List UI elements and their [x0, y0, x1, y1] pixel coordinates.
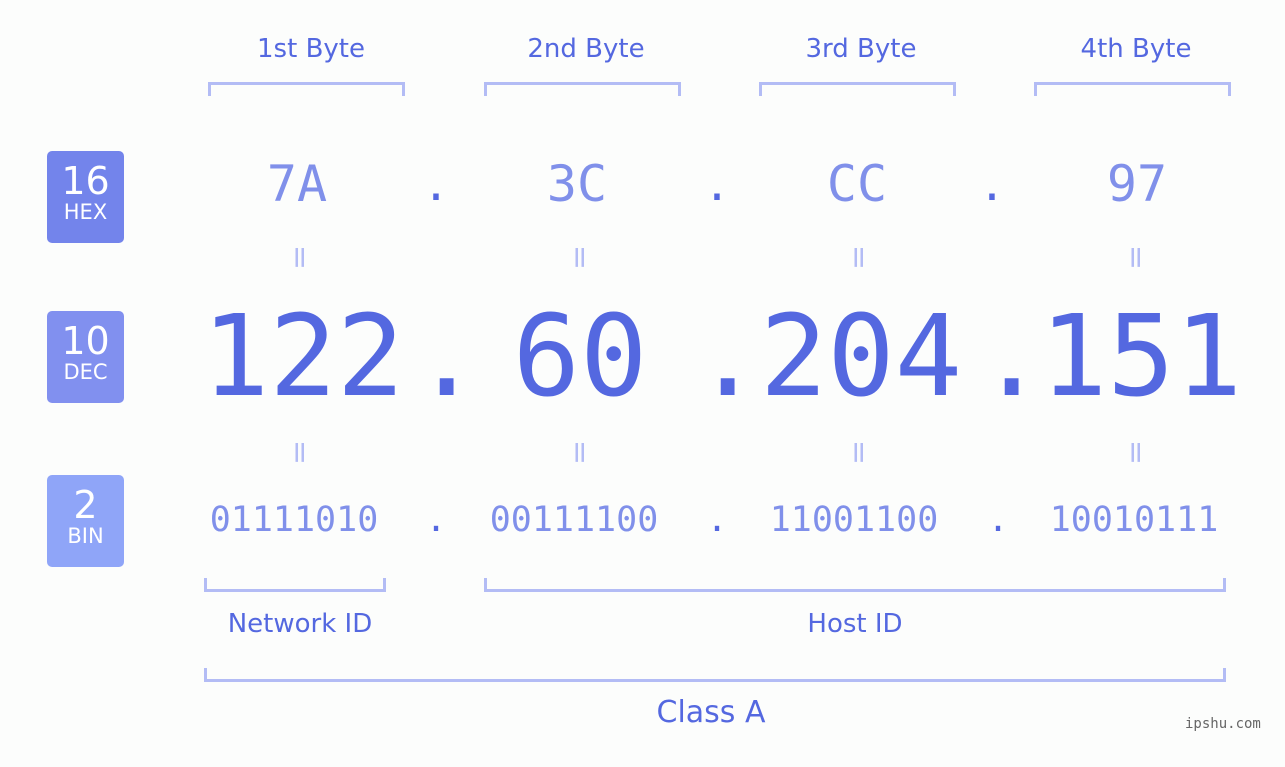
hex-value-1: 7A: [266, 155, 328, 213]
dec-base-number: 10: [61, 319, 110, 363]
equals-sign: =: [282, 439, 318, 466]
dec-badge: 10 DEC: [47, 311, 124, 403]
bin-badge: 2 BIN: [47, 475, 124, 567]
byte-bracket-1: [208, 82, 405, 96]
hex-value-4: 97: [1106, 155, 1168, 213]
host-id-bracket: [484, 578, 1226, 592]
hex-badge: 16 HEX: [47, 151, 124, 243]
equals-sign: =: [282, 244, 318, 271]
hex-value-2: 3C: [546, 155, 608, 213]
class-label: Class A: [656, 695, 766, 730]
byte-label-3: 3rd Byte: [805, 34, 917, 64]
dec-value-3: 204: [759, 292, 963, 422]
byte-bracket-2: [484, 82, 681, 96]
equals-sign: =: [562, 244, 598, 271]
dec-separator: .: [413, 292, 481, 422]
byte-bracket-4: [1034, 82, 1231, 96]
network-id-label: Network ID: [227, 609, 373, 639]
watermark: ipshu.com: [1185, 716, 1261, 732]
bin-value-4: 10010111: [1049, 500, 1219, 540]
dec-value-4: 151: [1039, 292, 1243, 422]
hex-separator: .: [703, 160, 731, 211]
network-id-bracket: [204, 578, 386, 592]
byte-label-1: 1st Byte: [257, 34, 365, 64]
equals-sign: =: [1118, 439, 1154, 466]
hex-base-number: 16: [61, 159, 110, 203]
hex-separator: .: [978, 160, 1006, 211]
equals-sign: =: [1118, 244, 1154, 271]
hex-separator: .: [422, 160, 450, 211]
equals-sign: =: [841, 439, 877, 466]
bin-separator: .: [987, 500, 1009, 540]
dec-base-label: DEC: [63, 360, 108, 384]
equals-sign: =: [841, 244, 877, 271]
host-id-label: Host ID: [807, 609, 903, 639]
equals-sign: =: [562, 439, 598, 466]
dec-value-1: 122: [201, 292, 405, 422]
bin-base-number: 2: [73, 483, 98, 527]
bin-separator: .: [425, 500, 447, 540]
dec-separator: .: [978, 292, 1046, 422]
bin-value-1: 01111010: [209, 500, 379, 540]
byte-label-2: 2nd Byte: [527, 34, 645, 64]
bin-value-2: 00111100: [489, 500, 659, 540]
byte-bracket-3: [759, 82, 956, 96]
hex-base-label: HEX: [63, 200, 108, 224]
class-bracket: [204, 668, 1226, 682]
bin-base-label: BIN: [67, 524, 104, 548]
dec-separator: .: [694, 292, 762, 422]
byte-label-4: 4th Byte: [1080, 34, 1192, 64]
dec-value-2: 60: [512, 292, 648, 422]
hex-value-3: CC: [826, 155, 888, 213]
bin-separator: .: [706, 500, 728, 540]
bin-value-3: 11001100: [769, 500, 939, 540]
